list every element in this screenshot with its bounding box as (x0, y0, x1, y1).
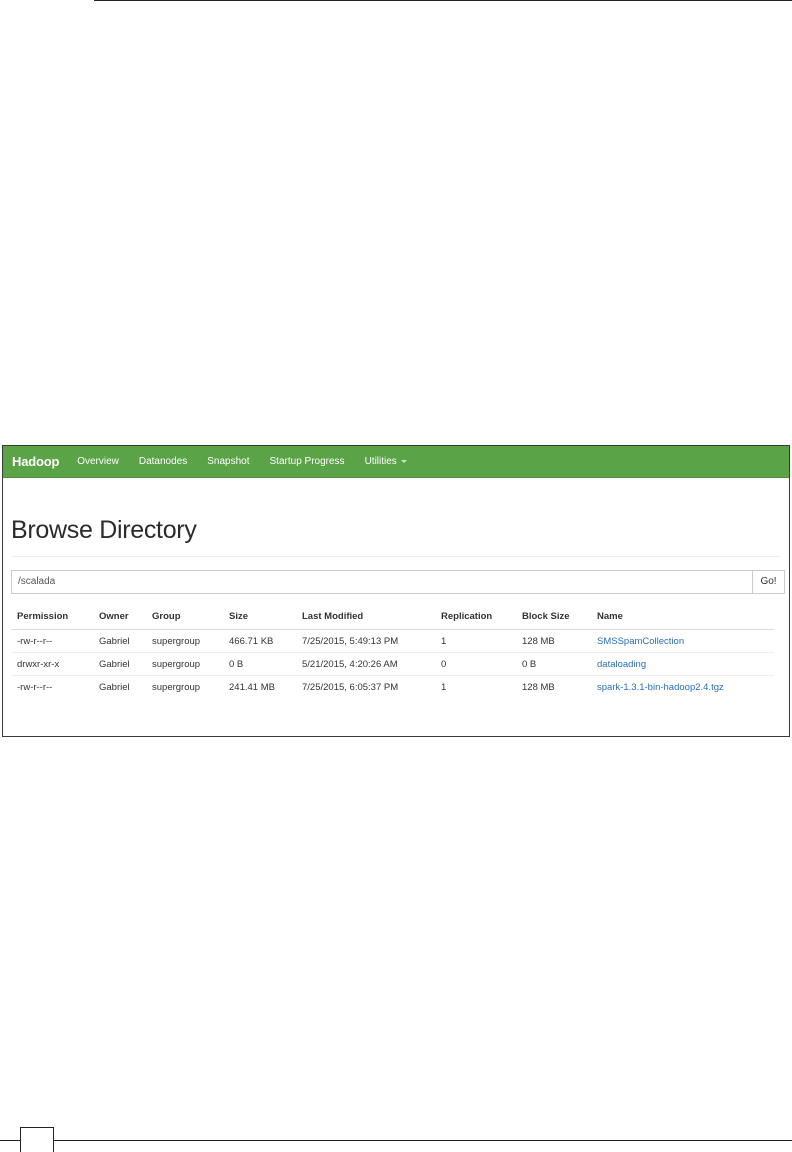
hadoop-browser-screenshot: Hadoop Overview Datanodes Snapshot Start… (2, 445, 790, 737)
nav-snapshot[interactable]: Snapshot (207, 456, 249, 467)
file-link[interactable]: spark-1.3.1-bin-hadoop2.4.tgz (597, 682, 724, 693)
directory-path-input[interactable]: /scalada (11, 570, 752, 594)
go-button[interactable]: Go! (752, 570, 785, 594)
file-link[interactable]: SMSSpamCollection (597, 636, 684, 647)
cell-permission: -rw-r--r-- (11, 629, 93, 653)
cell-last-modified: 5/21/2015, 4:20:26 AM (296, 652, 435, 676)
cell-size: 0 B (223, 652, 296, 676)
cell-block-size: 128 MB (522, 682, 555, 693)
page-top-rule (94, 0, 792, 1)
page-number-box (20, 1127, 54, 1152)
column-header-last-modified[interactable]: Last Modified (296, 608, 435, 630)
table-row: drwxr-xr-x Gabriel supergroup 0 B 5/21/2… (11, 652, 774, 676)
nav-startup-progress[interactable]: Startup Progress (270, 456, 345, 467)
page-title: Browse Directory (11, 516, 197, 544)
column-header-name[interactable]: Name (591, 608, 774, 630)
directory-link[interactable]: dataloading (597, 659, 646, 670)
cell-replication: 1 (435, 629, 516, 653)
cell-replication: 0 (435, 652, 516, 676)
column-header-replication[interactable]: Replication (435, 608, 516, 630)
cell-size: 241.41 MB (229, 682, 275, 693)
chevron-down-icon (400, 459, 407, 463)
cell-owner: Gabriel (93, 629, 146, 653)
page-bottom-rule (0, 1140, 792, 1141)
column-header-owner[interactable]: Owner (93, 608, 146, 630)
table-header-row: Permission Owner Group Size Last Modifie… (11, 608, 774, 630)
cell-last-modified: 7/25/2015, 6:05:37 PM (302, 682, 399, 693)
column-header-block-size[interactable]: Block Size (516, 608, 591, 630)
cell-owner: Gabriel (99, 682, 130, 693)
cell-size: 466.71 KB (223, 629, 296, 653)
cell-block-size: 0 B (516, 652, 591, 676)
directory-listing-table: Permission Owner Group Size Last Modifie… (11, 608, 774, 698)
cell-owner: Gabriel (93, 652, 146, 676)
path-bar: /scalada Go! (11, 570, 785, 594)
cell-replication: 1 (441, 682, 447, 693)
nav-overview[interactable]: Overview (77, 456, 119, 467)
cell-group: supergroup (146, 629, 223, 653)
cell-name: SMSSpamCollection (591, 629, 774, 653)
cell-name: dataloading (591, 652, 774, 676)
cell-permission: -rw-r--r-- (17, 682, 53, 693)
table-row: -rw-r--r-- Gabriel supergroup 241.41 MB … (11, 676, 774, 699)
cell-permission: drwxr-xr-x (11, 652, 93, 676)
cell-name: spark-1.3.1-bin-hadoop2.4.tgz (591, 676, 774, 699)
title-divider (11, 556, 781, 557)
table-row: -rw-r--r-- Gabriel supergroup 466.71 KB … (11, 629, 774, 653)
nav-utilities-label: Utilities (364, 456, 397, 467)
nav-utilities[interactable]: Utilities (365, 456, 407, 467)
cell-group: supergroup (152, 682, 201, 693)
cell-group: supergroup (146, 652, 223, 676)
nav-datanodes[interactable]: Datanodes (139, 456, 187, 467)
cell-last-modified: 7/25/2015, 5:49:13 PM (296, 629, 435, 653)
cell-block-size: 128 MB (516, 629, 591, 653)
navbar-brand[interactable]: Hadoop (12, 454, 59, 469)
navbar: Hadoop Overview Datanodes Snapshot Start… (3, 446, 789, 478)
column-header-size[interactable]: Size (223, 608, 296, 630)
column-header-group[interactable]: Group (146, 608, 223, 630)
column-header-permission[interactable]: Permission (11, 608, 93, 630)
